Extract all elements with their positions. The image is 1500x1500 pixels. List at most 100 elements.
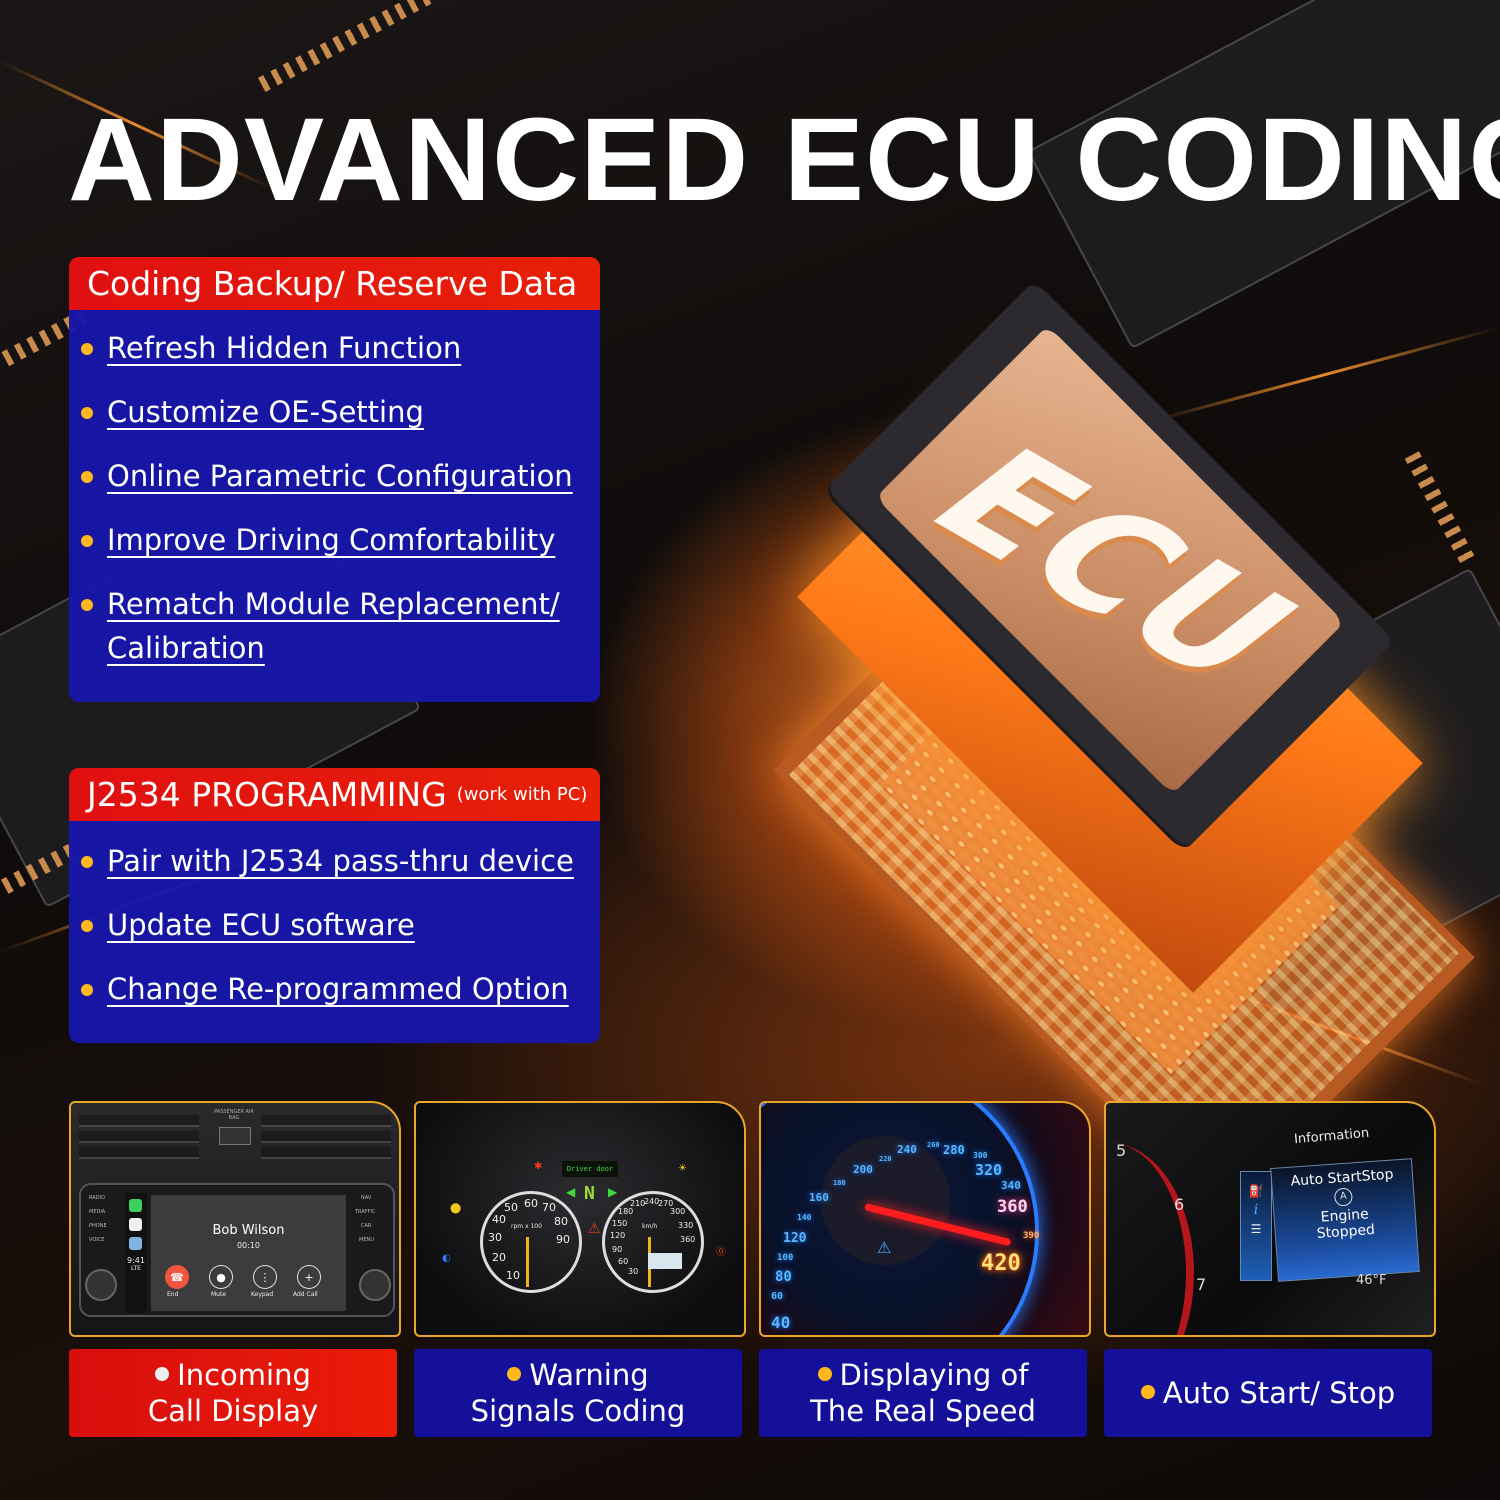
warning-triangle-icon: ⚠ xyxy=(588,1221,601,1237)
volume-knob xyxy=(85,1269,117,1301)
bullet-icon xyxy=(81,343,93,355)
end-call-button[interactable]: ☎ xyxy=(165,1265,189,1289)
warning-triangle-icon: ⚠ xyxy=(877,1238,892,1257)
temperature-readout: 46°F xyxy=(1356,1273,1387,1288)
bullet-icon xyxy=(817,1367,832,1381)
info-header: Information xyxy=(1293,1125,1370,1148)
tachometer-redline xyxy=(1106,1143,1194,1335)
speed-tick: 360 xyxy=(997,1197,1028,1217)
panel-coding-backup: Coding Backup/ Reserve Data Refresh Hidd… xyxy=(69,257,600,702)
bullet-icon xyxy=(81,471,93,483)
speed-tick: 90 xyxy=(612,1245,623,1254)
air-vent xyxy=(261,1131,391,1143)
feature-image-warning-signals: Driver door N ◀ ▶ rpm x 100 km/h 10 20 3… xyxy=(414,1101,746,1337)
list-item: Customize OE-Setting xyxy=(69,390,600,454)
clock: 9:41 xyxy=(127,1256,145,1265)
list-item: Improve Driving Comfortability xyxy=(69,518,600,582)
caller-name: Bob Wilson xyxy=(212,1223,285,1238)
list-item-text: Rematch Module Replacement/ xyxy=(107,587,560,621)
seatbelt-icon: ✱ xyxy=(534,1161,543,1172)
speed-tick: 40 xyxy=(771,1313,791,1332)
side-button: NAV xyxy=(361,1195,372,1201)
list-item-text: Update ECU software xyxy=(107,908,415,942)
feature-image-incoming-call: PASSENGER AIR BAG RADIO MEDIA PHONE VOIC… xyxy=(69,1101,401,1337)
side-button: MENU xyxy=(359,1237,374,1243)
bullet-icon xyxy=(81,535,93,547)
tach-tick: 80 xyxy=(554,1215,568,1228)
list-item-text: Pair with J2534 pass-thru device xyxy=(107,844,574,878)
keypad-button[interactable]: ⋮ xyxy=(253,1265,277,1289)
gear-indicator: N xyxy=(584,1183,595,1204)
list-item: Rematch Module Replacement/ Calibration xyxy=(69,582,600,670)
tach-tick: 20 xyxy=(492,1251,506,1264)
list-item-text: Online Parametric Configuration xyxy=(107,459,573,493)
odometer-display xyxy=(648,1253,682,1269)
speed-tick: 80 xyxy=(775,1269,792,1285)
panel-heading-note: (work with PC) xyxy=(456,784,588,805)
message-display: Driver door xyxy=(562,1161,618,1177)
phone-app-icon xyxy=(129,1199,142,1212)
auto-stop-icon: A xyxy=(1333,1187,1354,1207)
speed-tick: 150 xyxy=(612,1219,628,1228)
side-button: RADIO xyxy=(89,1195,105,1201)
list-item: Update ECU software xyxy=(69,903,600,967)
list-item-text: Calibration xyxy=(107,631,265,665)
tach-tick: 60 xyxy=(524,1197,538,1210)
network-status: LTE xyxy=(131,1265,141,1272)
call-button-label: Mute xyxy=(211,1291,227,1298)
panel-j2534-programming: J2534 PROGRAMMING (work with PC) Pair wi… xyxy=(69,768,600,1043)
speed-tick: 340 xyxy=(1001,1179,1021,1192)
tach-tick: 30 xyxy=(488,1231,502,1244)
side-button: TRAFFIC xyxy=(355,1209,376,1215)
feature-label-line: Incoming xyxy=(177,1358,311,1392)
side-button: PHONE xyxy=(89,1223,107,1229)
panel-heading: Coding Backup/ Reserve Data xyxy=(69,257,600,310)
airbag-label: PASSENGER AIR BAG xyxy=(214,1109,254,1121)
fuel-icon: ⛽ xyxy=(1248,1184,1264,1198)
feature-image-auto-start-stop: 5 6 7 Information ⛽ i ☰ Auto StartStop A… xyxy=(1104,1101,1436,1337)
tach-needle xyxy=(526,1237,529,1287)
add-call-button[interactable]: + xyxy=(297,1265,321,1289)
tach-tick: 40 xyxy=(492,1213,506,1226)
bullet-icon xyxy=(81,407,93,419)
feature-label-line: Displaying of xyxy=(839,1358,1029,1392)
current-speed-readout: 420 xyxy=(981,1251,1021,1276)
list-item: Refresh Hidden Function xyxy=(69,326,600,390)
speed-tick: 320 xyxy=(975,1161,1003,1179)
list-item: Change Re-programmed Option xyxy=(69,967,600,1031)
right-turn-icon: ▶ xyxy=(608,1185,618,1199)
speed-tick: 140 xyxy=(797,1213,812,1222)
side-button: VOICE xyxy=(89,1237,105,1243)
bullet-icon xyxy=(81,599,93,611)
feature-label-real-speed: Displaying of The Real Speed xyxy=(759,1349,1087,1437)
list-item-text: Refresh Hidden Function xyxy=(107,331,462,365)
list-item-text: Change Re-programmed Option xyxy=(107,972,569,1006)
bullet-icon xyxy=(1140,1385,1155,1399)
tach-tick: 10 xyxy=(506,1269,520,1282)
tach-tick: 50 xyxy=(504,1201,518,1214)
music-app-icon xyxy=(129,1218,142,1231)
menu-sidebar: ⛽ i ☰ xyxy=(1240,1171,1272,1281)
mute-button[interactable]: ● xyxy=(209,1265,233,1289)
feature-label-line: Signals Coding xyxy=(470,1394,686,1428)
list-item-text: Customize OE-Setting xyxy=(107,395,424,429)
headlight-icon: ◐ xyxy=(442,1253,451,1264)
ecu-chip-illustration: ECU xyxy=(640,240,1480,1215)
bullet-icon xyxy=(81,856,93,868)
feature-label-line: Warning xyxy=(529,1358,649,1392)
speed-tick: 260 xyxy=(927,1141,940,1149)
page-title: ADVANCED ECU CODING xyxy=(68,94,1500,226)
speed-tick: 120 xyxy=(783,1231,807,1246)
brake-warning-icon: ⓪ xyxy=(716,1247,726,1258)
speed-tick: 280 xyxy=(943,1143,965,1157)
side-button: MEDIA xyxy=(89,1209,106,1215)
list-icon: ☰ xyxy=(1250,1222,1262,1236)
hazard-button xyxy=(219,1127,251,1145)
call-duration: 00:10 xyxy=(236,1241,261,1250)
speed-tick: 60 xyxy=(618,1257,629,1266)
call-button-label: End xyxy=(167,1291,179,1298)
air-vent xyxy=(79,1147,199,1159)
speed-tick: 360 xyxy=(680,1235,696,1244)
panel-heading: J2534 PROGRAMMING (work with PC) xyxy=(69,768,600,821)
speed-tick: 300 xyxy=(973,1151,988,1160)
